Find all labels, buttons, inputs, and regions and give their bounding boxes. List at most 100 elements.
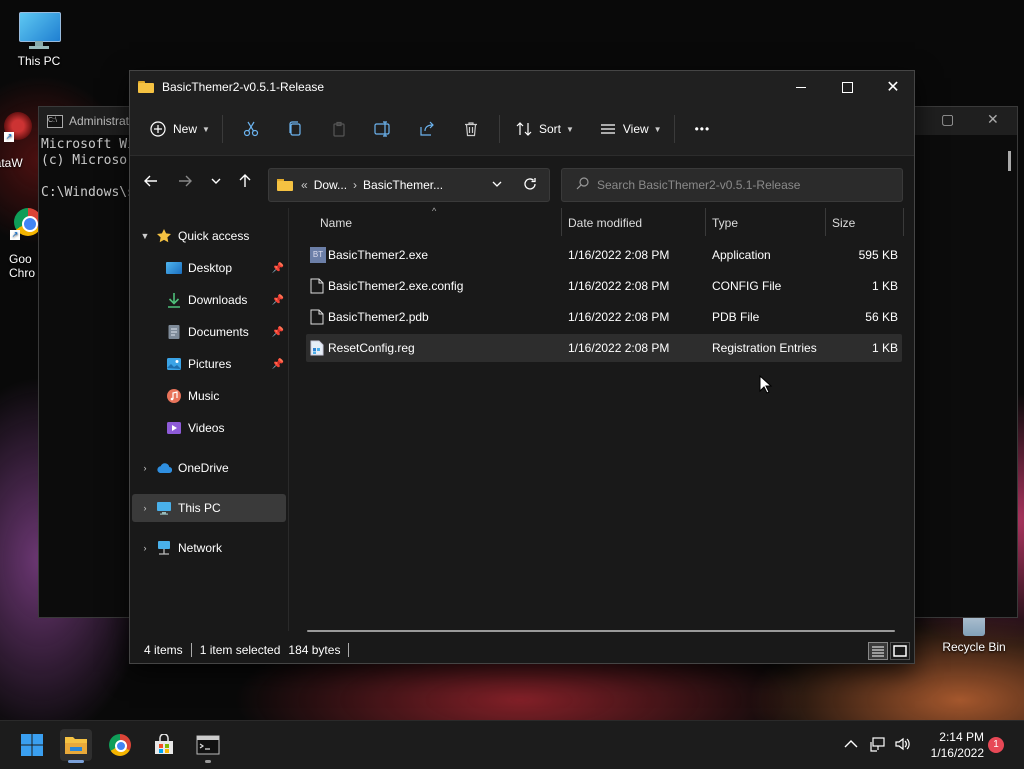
chevron-right-icon[interactable]: › (138, 543, 152, 553)
chevron-down-icon[interactable]: ▼ (138, 231, 152, 241)
network-icon[interactable] (870, 736, 886, 755)
clock-date: 1/16/2022 (930, 746, 984, 760)
chevron-up-icon[interactable] (844, 738, 858, 752)
details-view-button[interactable] (868, 642, 888, 660)
nav-item-documents[interactable]: Documents 📌 (162, 318, 286, 346)
document-icon (166, 324, 182, 340)
back-button[interactable] (138, 168, 164, 194)
nav-label: OneDrive (178, 461, 229, 475)
pane-divider[interactable] (288, 208, 289, 631)
search-input[interactable] (595, 177, 889, 193)
file-row-selected[interactable]: ResetConfig.reg 1/16/2022 2:08 PM Regist… (306, 334, 902, 362)
rename-button[interactable] (369, 115, 397, 143)
address-bar[interactable]: « Dow... › BasicThemer... (268, 168, 550, 202)
music-icon (166, 388, 182, 404)
column-header-name[interactable]: Name (320, 208, 560, 238)
more-options-button[interactable]: ••• (689, 113, 717, 145)
column-header-date[interactable]: Date modified (568, 208, 704, 238)
file-date: 1/16/2022 2:08 PM (568, 248, 670, 262)
file-row[interactable]: BasicThemer2.exe.config 1/16/2022 2:08 P… (306, 272, 902, 300)
column-label: Name (320, 216, 353, 230)
taskbar-chrome[interactable] (104, 729, 136, 761)
pin-icon[interactable]: 📌 (272, 263, 284, 274)
nav-this-pc[interactable]: › This PC (132, 494, 286, 522)
nav-item-music[interactable]: Music (162, 382, 286, 410)
start-button[interactable] (16, 729, 48, 761)
notification-badge[interactable]: 1 (988, 737, 1004, 753)
cloud-icon (156, 460, 173, 476)
large-icons-view-button[interactable] (890, 642, 910, 660)
column-label: Date modified (568, 216, 643, 230)
volume-icon[interactable] (894, 736, 910, 755)
maximize-button[interactable] (824, 71, 870, 103)
close-button[interactable]: ✕ (870, 71, 916, 103)
pin-icon[interactable]: 📌 (272, 359, 284, 370)
paste-icon (333, 121, 345, 137)
titlebar[interactable]: BasicThemer2-v0.5.1-Release ✕ (130, 71, 914, 103)
thumbnails-view-icon (893, 645, 907, 657)
up-button[interactable] (232, 168, 258, 194)
chrome-icon (109, 734, 131, 756)
chevron-right-icon[interactable]: › (138, 503, 152, 513)
column-divider[interactable] (561, 208, 562, 236)
close-icon: ✕ (886, 79, 900, 96)
minimize-button[interactable] (778, 71, 824, 103)
copy-button[interactable] (281, 115, 309, 143)
nav-network[interactable]: › Network (138, 534, 294, 562)
breadcrumb-item[interactable]: BasicThemer... (363, 178, 443, 192)
search-box[interactable] (561, 168, 903, 202)
breadcrumb-overflow[interactable]: « (301, 178, 308, 192)
picture-icon (166, 356, 182, 372)
desktop-icon-label: This PC (17, 54, 61, 68)
paste-button[interactable] (325, 115, 353, 143)
nav-onedrive[interactable]: › OneDrive (138, 454, 294, 482)
taskbar-file-explorer[interactable] (60, 729, 92, 763)
navigation-pane: ▼ Quick access Desktop 📌 Downloads 📌 Doc… (130, 208, 288, 631)
forward-button[interactable] (172, 168, 198, 194)
view-button[interactable]: View ▼ (594, 113, 668, 145)
column-header-size[interactable]: Size (832, 208, 902, 238)
file-list[interactable]: ^ Name Date modified Type Size BT BasicT… (306, 206, 906, 631)
nav-item-videos[interactable]: Videos (162, 414, 286, 442)
taskbar-terminal[interactable] (192, 729, 224, 763)
file-explorer-window[interactable]: BasicThemer2-v0.5.1-Release ✕ New ▼ Sort… (129, 70, 915, 664)
rename-icon (374, 121, 390, 137)
breadcrumb-item[interactable]: Dow... (314, 178, 347, 192)
this-pc-icon (156, 500, 172, 516)
maximize-icon (841, 81, 853, 93)
pin-icon[interactable]: 📌 (272, 327, 284, 338)
refresh-icon[interactable] (523, 177, 537, 194)
address-dropdown-icon[interactable] (491, 178, 503, 193)
cmd-close-icon[interactable]: ✕ (987, 111, 999, 128)
nav-item-downloads[interactable]: Downloads 📌 (162, 286, 286, 314)
pin-icon[interactable]: 📌 (272, 295, 284, 306)
taskbar-store[interactable] (148, 729, 180, 761)
file-size: 56 KB (865, 310, 898, 324)
share-button[interactable] (413, 115, 441, 143)
cmd-scrollbar[interactable] (1008, 151, 1011, 171)
column-divider[interactable] (825, 208, 826, 236)
sort-button[interactable]: Sort ▼ (510, 113, 580, 145)
desktop-icon-this-pc[interactable]: This PC (3, 10, 75, 68)
file-icon (310, 278, 324, 294)
nav-item-desktop[interactable]: Desktop 📌 (162, 254, 286, 282)
delete-button[interactable] (457, 115, 485, 143)
mouse-cursor-icon (759, 375, 773, 394)
column-divider[interactable] (705, 208, 706, 236)
clock[interactable]: 2:14 PM 1/16/2022 (931, 729, 984, 761)
column-divider[interactable] (903, 208, 904, 236)
cmd-maximize-icon[interactable]: ▢ (941, 111, 954, 128)
search-icon (576, 177, 589, 193)
recent-locations-button[interactable] (203, 168, 229, 194)
nav-quick-access[interactable]: ▼ Quick access (138, 222, 294, 250)
file-row[interactable]: BT BasicThemer2.exe 1/16/2022 2:08 PM Ap… (306, 241, 902, 269)
horizontal-scrollbar[interactable] (307, 630, 895, 632)
file-type: Registration Entries (712, 341, 817, 355)
nav-item-pictures[interactable]: Pictures 📌 (162, 350, 286, 378)
chevron-right-icon[interactable]: › (138, 463, 152, 473)
new-button[interactable]: New ▼ (144, 113, 216, 145)
column-header-type[interactable]: Type (712, 208, 824, 238)
file-row[interactable]: BasicThemer2.pdb 1/16/2022 2:08 PM PDB F… (306, 303, 902, 331)
cut-button[interactable] (237, 115, 265, 143)
desktop-icon-recycle-bin[interactable]: Recycle Bin (938, 612, 1010, 654)
